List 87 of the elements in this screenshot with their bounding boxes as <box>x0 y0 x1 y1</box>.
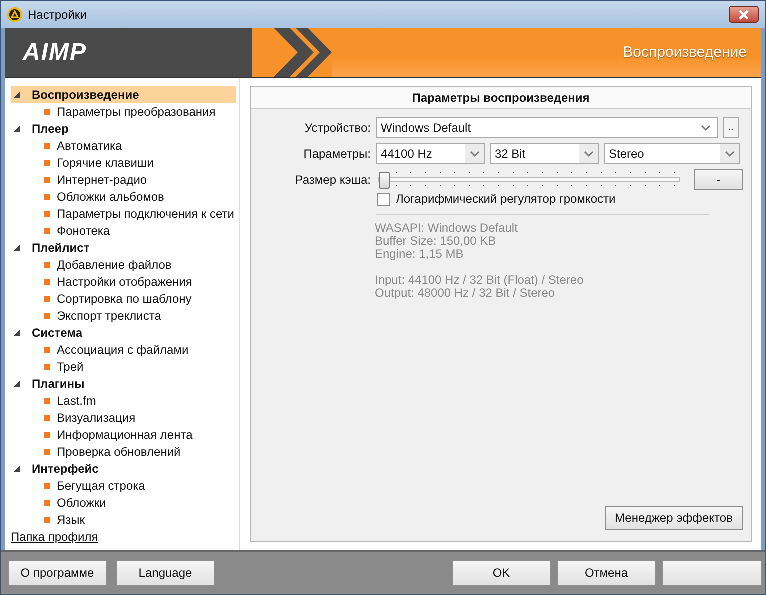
close-button[interactable] <box>729 6 759 23</box>
info-text: Engine: 1,15 MB <box>375 248 465 261</box>
footer-button[interactable]: О программе <box>8 560 107 586</box>
bullet-icon <box>44 482 50 488</box>
expander-icon[interactable] <box>14 92 20 98</box>
tree-item[interactable]: Параметры преобразования <box>11 103 236 120</box>
bullet-icon <box>44 262 50 268</box>
bullet-icon <box>44 210 50 216</box>
bullet-icon <box>44 108 50 114</box>
tree-item[interactable]: Интернет-радио <box>11 171 236 188</box>
field-label: Размер кэша: <box>294 172 371 186</box>
tree-item[interactable]: Добавление файлов <box>11 256 236 273</box>
bullet-icon <box>44 398 50 404</box>
tree-item[interactable]: Плеер <box>11 120 236 137</box>
bullet-icon <box>44 500 50 506</box>
tree-item[interactable]: Экспорт треклиста <box>11 307 236 324</box>
close-icon <box>737 10 751 20</box>
tree-item[interactable]: Система <box>11 324 236 341</box>
tree-item[interactable]: Сортировка по шаблону <box>11 290 236 307</box>
tree-item[interactable]: Проверка обновлений <box>11 443 236 460</box>
bullet-icon <box>44 414 50 420</box>
tree-item[interactable]: Трей <box>11 358 236 375</box>
expander-icon[interactable] <box>14 244 20 250</box>
bullet-icon <box>44 364 50 370</box>
checkbox-label: Логарифмический регулятор громкости <box>396 192 616 206</box>
cache-button[interactable]: - <box>694 169 743 190</box>
bullet-icon <box>44 142 50 148</box>
tree-item[interactable]: Плагины <box>11 375 236 392</box>
profile-folder-link[interactable]: Папка профиля <box>11 530 98 544</box>
bullet-icon <box>44 516 50 522</box>
tree-item[interactable]: Язык <box>11 511 236 528</box>
bullet-icon <box>44 160 50 166</box>
tree-item[interactable]: Ассоциация с файлами <box>11 341 236 358</box>
tree-item[interactable]: Автоматика <box>11 137 236 154</box>
checkbox[interactable] <box>377 192 390 206</box>
effects-manager-button[interactable]: Менеджер эффектов <box>605 506 743 530</box>
info-text: Input: 44100 Hz / 32 Bit (Float) / Stereo <box>375 274 585 287</box>
field-label: Параметры: <box>302 146 371 160</box>
triangle-icon <box>7 6 23 22</box>
dropdown[interactable]: 44100 Hz <box>376 143 485 164</box>
tree-item[interactable]: Фонотека <box>11 222 236 239</box>
bullet-icon <box>44 228 50 234</box>
bullet-icon <box>44 278 50 284</box>
tree-item[interactable]: Бегущая строка <box>11 477 236 494</box>
tree-item[interactable]: Интерфейс <box>11 460 236 477</box>
device-dropdown[interactable]: Windows Default <box>376 117 718 138</box>
tree-item[interactable]: Обложки альбомов <box>11 188 236 205</box>
tree-item[interactable]: Last.fm <box>11 392 236 409</box>
slider-thumb[interactable] <box>379 172 390 189</box>
bullet-icon <box>44 194 50 200</box>
footer-button[interactable]: OK <box>452 560 551 586</box>
dropdown[interactable]: Stereo <box>604 143 740 164</box>
chevron-down-icon <box>724 150 734 158</box>
bullet-icon <box>44 176 50 182</box>
info-text: Buffer Size: 150,00 KB <box>375 235 498 248</box>
bullet-icon <box>44 448 50 454</box>
logo: AIMP <box>23 38 87 66</box>
bullet-icon <box>44 312 50 318</box>
browse-button[interactable]: .. <box>723 117 739 138</box>
bullet-icon <box>44 432 50 438</box>
field-label: Устройство: <box>304 120 371 134</box>
chevron-down-icon <box>584 150 594 158</box>
expander-icon[interactable] <box>14 126 20 132</box>
expander-icon[interactable] <box>14 380 20 386</box>
chevron-down-icon <box>701 124 711 132</box>
tree-item[interactable]: Параметры подключения к сети <box>11 205 236 222</box>
chevron-down-icon <box>470 150 480 158</box>
expander-icon[interactable] <box>14 466 20 472</box>
tree-item[interactable]: Визуализация <box>11 409 236 426</box>
footer-button[interactable]: Language <box>116 560 215 586</box>
expander-icon[interactable] <box>14 330 20 336</box>
tree-item[interactable]: Плейлист <box>11 239 236 256</box>
bullet-icon <box>44 346 50 352</box>
tree-item[interactable]: Обложки <box>11 494 236 511</box>
panel-title: Параметры воспроизведения <box>251 87 751 109</box>
tree-item[interactable]: Информационная лента <box>11 426 236 443</box>
window-title: Настройки <box>28 8 87 22</box>
bullet-icon <box>44 296 50 302</box>
footer-button[interactable]: Отмена <box>557 560 656 586</box>
footer-button[interactable] <box>662 560 762 586</box>
tree-item[interactable]: Настройки отображения <box>11 273 236 290</box>
tree-item[interactable]: Воспроизведение <box>11 86 236 103</box>
info-text: WASAPI: Windows Default <box>375 222 519 235</box>
dropdown[interactable]: 32 Bit <box>490 143 599 164</box>
info-text: Output: 48000 Hz / 32 Bit / Stereo <box>375 287 556 300</box>
section-title: Воспроизведение <box>623 44 747 61</box>
tree-item[interactable]: Горячие клавиши <box>11 154 236 171</box>
